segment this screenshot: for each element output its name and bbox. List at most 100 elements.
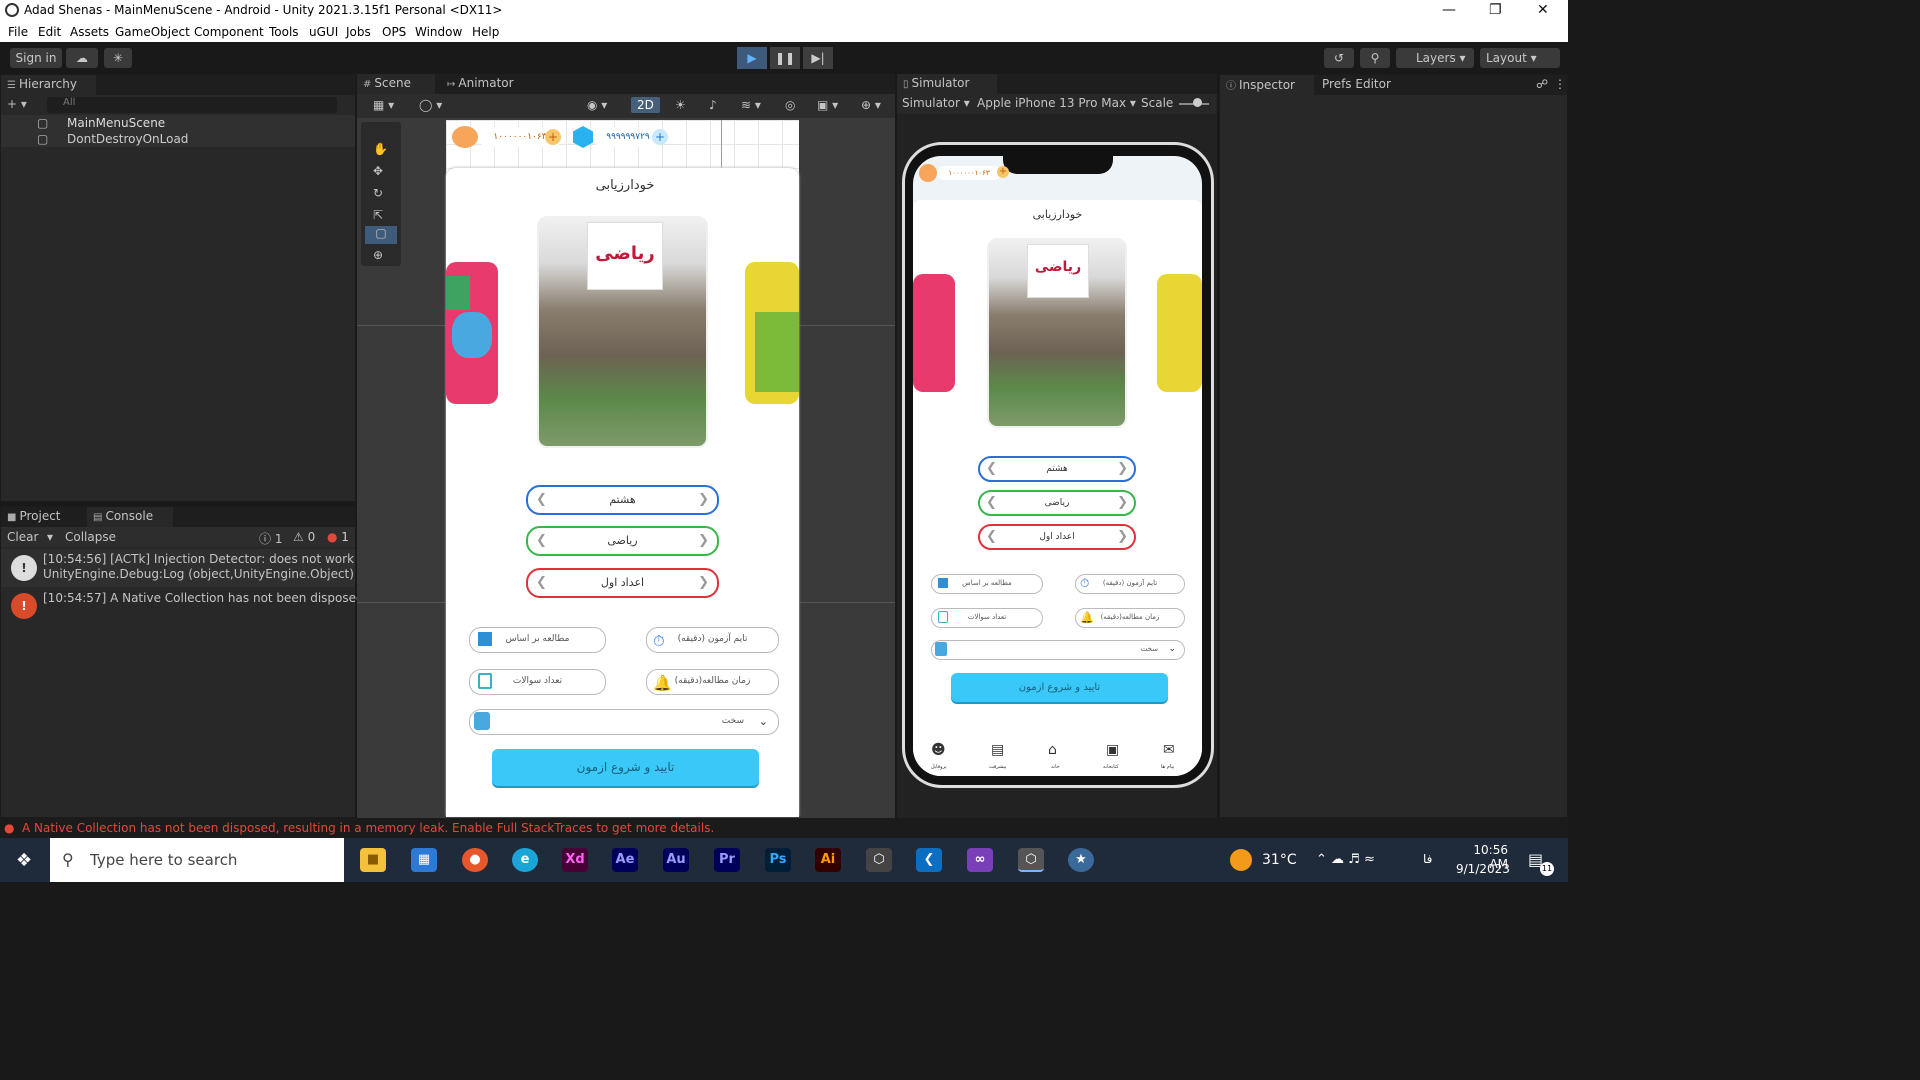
- chevron-right-icon[interactable]: ❯: [1117, 526, 1128, 548]
- firefox-icon[interactable]: ●: [462, 848, 488, 872]
- clock-date[interactable]: 9/1/2023: [1456, 862, 1510, 876]
- scale-tool-icon[interactable]: ⇱: [373, 208, 383, 222]
- topic-selector[interactable]: ❮ اعداد اول ❯: [978, 524, 1136, 550]
- unity-hub-icon[interactable]: ⬡: [866, 848, 892, 872]
- mode-2d-button[interactable]: 2D: [631, 97, 660, 113]
- collapse-button[interactable]: Collapse: [65, 530, 116, 544]
- menu-ops[interactable]: OPS: [382, 25, 406, 39]
- exam-time-option[interactable]: ⏱ تایم آزمون (دقیقه): [646, 627, 779, 653]
- study-mode-option[interactable]: مطالعه بر اساس: [931, 574, 1043, 594]
- store-icon[interactable]: ▦: [411, 848, 437, 872]
- tab-console[interactable]: ▤ Console: [87, 507, 173, 527]
- console-log-row[interactable]: ! [10:54:57] A Native Collection has not…: [1, 589, 367, 625]
- add-coins-button[interactable]: +: [997, 166, 1009, 178]
- subject-selector[interactable]: ❮ ریاضی ❯: [526, 526, 719, 556]
- add-coins-button[interactable]: +: [545, 129, 561, 145]
- weather-icon[interactable]: [1230, 849, 1252, 871]
- book-cover-science[interactable]: [1157, 274, 1202, 392]
- tab-hierarchy[interactable]: ☰ Hierarchy: [1, 75, 96, 95]
- move-tool-icon[interactable]: ✥: [373, 164, 383, 178]
- chevron-right-icon[interactable]: ❯: [1117, 458, 1128, 480]
- close-icon[interactable]: ✕: [1537, 2, 1549, 18]
- file-explorer-icon[interactable]: ■: [360, 848, 386, 872]
- chevron-right-icon[interactable]: ❯: [698, 487, 709, 513]
- sign-in-button[interactable]: Sign in: [10, 48, 62, 68]
- menu-help[interactable]: Help: [472, 25, 499, 39]
- globe-icon[interactable]: ⊕ ▾: [861, 98, 881, 112]
- console-log-row[interactable]: ! [10:54:56] [ACTk] Injection Detector: …: [1, 549, 361, 587]
- book-cover-math[interactable]: ریاضی: [987, 238, 1127, 428]
- more-icon[interactable]: ⋮: [1554, 77, 1566, 91]
- visual-studio-icon[interactable]: ∞: [967, 848, 993, 872]
- restore-icon[interactable]: ❐: [1489, 2, 1502, 18]
- nav-profile-label[interactable]: پروفایل: [931, 764, 947, 770]
- photoshop-icon[interactable]: Ps: [765, 848, 791, 872]
- app-icon[interactable]: ★: [1068, 848, 1094, 872]
- info-count-button[interactable]: ⓘ 1: [259, 530, 282, 547]
- visibility-icon[interactable]: ◎: [785, 98, 795, 112]
- rect-tool-icon[interactable]: ▢: [365, 226, 397, 244]
- hierarchy-row-dontdestroy[interactable]: ▢ DontDestroyOnLoad: [1, 131, 355, 147]
- tray-icons[interactable]: ⌃ ☁ ♬ ≈: [1316, 852, 1375, 867]
- tab-prefs-editor[interactable]: Prefs Editor: [1316, 75, 1406, 95]
- menu-window[interactable]: Window: [415, 25, 462, 39]
- study-mode-option[interactable]: مطالعه بر اساس: [469, 627, 606, 653]
- chevron-left-icon[interactable]: ❮: [986, 458, 997, 480]
- xd-icon[interactable]: Xd: [562, 848, 588, 872]
- search-icon[interactable]: ⚲: [1360, 48, 1390, 68]
- scale-slider-handle[interactable]: [1193, 98, 1202, 107]
- add-gems-button[interactable]: +: [652, 129, 668, 145]
- grade-selector[interactable]: ❮ هشتم ❯: [978, 456, 1136, 482]
- pause-button[interactable]: ❚❚: [770, 47, 800, 69]
- chevron-left-icon[interactable]: ❮: [986, 526, 997, 548]
- tab-simulator[interactable]: ▯ Simulator: [897, 74, 997, 94]
- chevron-left-icon[interactable]: ❮: [536, 487, 547, 513]
- menu-ugui[interactable]: uGUI: [309, 25, 338, 39]
- menu-file[interactable]: File: [8, 25, 28, 39]
- windows-start-icon[interactable]: ❖: [16, 850, 32, 871]
- study-time-option[interactable]: 🔔 زمان مطالعه(دقیقه): [646, 669, 779, 695]
- difficulty-dropdown[interactable]: سخت ⌄: [469, 709, 779, 735]
- language-indicator[interactable]: فا: [1423, 852, 1432, 866]
- audio-icon[interactable]: ♪: [709, 98, 717, 112]
- nav-home-label[interactable]: خانه: [1051, 764, 1060, 770]
- layout-dropdown[interactable]: Layout ▾: [1480, 48, 1560, 68]
- nav-messages-label[interactable]: پیام ها: [1161, 764, 1174, 770]
- topic-selector[interactable]: ❮ اعداد اول ❯: [526, 568, 719, 598]
- question-count-option[interactable]: تعداد سوالات: [931, 608, 1043, 628]
- menu-gameobject[interactable]: GameObject: [115, 25, 190, 39]
- grade-selector[interactable]: ❮ هشتم ❯: [526, 485, 719, 515]
- effects-icon[interactable]: ≋ ▾: [741, 98, 761, 112]
- nav-library-label[interactable]: کتابخانه: [1103, 764, 1119, 770]
- chevron-right-icon[interactable]: ❯: [698, 528, 709, 554]
- menu-tools[interactable]: Tools: [269, 25, 299, 39]
- chevron-right-icon[interactable]: ❯: [1117, 492, 1128, 514]
- clear-button[interactable]: Clear: [7, 530, 38, 544]
- nav-progress-icon[interactable]: ▤: [991, 742, 1004, 758]
- warning-count-button[interactable]: ⚠ 0: [293, 530, 315, 544]
- audition-icon[interactable]: Au: [663, 848, 689, 872]
- rotate-tool-icon[interactable]: ↻: [373, 186, 383, 200]
- device-dropdown[interactable]: Apple iPhone 13 Pro Max ▾: [977, 96, 1136, 110]
- nav-home-icon[interactable]: ⌂: [1048, 742, 1057, 758]
- collab-icon[interactable]: ✳: [104, 48, 132, 68]
- book-cover-english[interactable]: [913, 274, 955, 392]
- premiere-icon[interactable]: Pr: [714, 848, 740, 872]
- cloud-icon[interactable]: ☁: [66, 48, 98, 68]
- hierarchy-row-mainmenuscene[interactable]: ▢ MainMenuScene: [1, 115, 355, 131]
- book-cover-science[interactable]: [745, 262, 799, 404]
- menu-edit[interactable]: Edit: [38, 25, 61, 39]
- menu-jobs[interactable]: Jobs: [346, 25, 371, 39]
- minimize-icon[interactable]: —: [1442, 2, 1456, 18]
- play-button[interactable]: ▶: [737, 47, 767, 69]
- hierarchy-search-input[interactable]: All: [47, 97, 337, 113]
- tab-project[interactable]: ■ Project: [1, 507, 81, 527]
- study-time-option[interactable]: 🔔 زمان مطالعه(دقیقه): [1075, 608, 1185, 628]
- book-cover-math[interactable]: ریاضی: [537, 216, 708, 448]
- chevron-left-icon[interactable]: ❮: [536, 528, 547, 554]
- taskbar-search-input[interactable]: ⚲ Type here to search: [50, 838, 344, 882]
- simulator-mode-dropdown[interactable]: Simulator ▾: [902, 96, 970, 110]
- question-count-option[interactable]: تعداد سوالات: [469, 669, 606, 695]
- camera-icon[interactable]: ▣ ▾: [817, 98, 838, 112]
- shading-icon[interactable]: ◉ ▾: [587, 98, 607, 112]
